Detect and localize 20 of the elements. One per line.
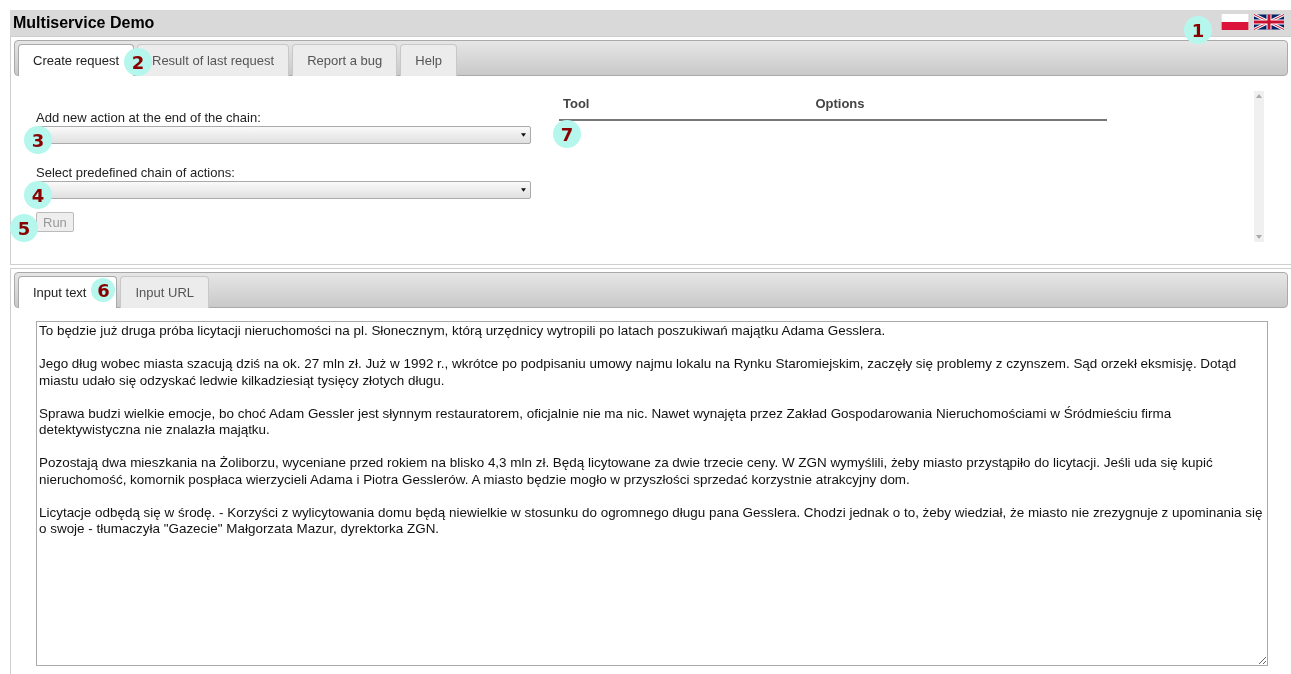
column-header: Tool (562, 96, 591, 111)
tab[interactable]: Create request (18, 44, 134, 76)
caret-icon (521, 188, 526, 192)
tab[interactable]: Help (400, 44, 458, 76)
caret-icon (521, 133, 526, 137)
column-header: Options (814, 96, 866, 111)
field-label: Select predefined chain of actions: (36, 165, 236, 180)
app-title: Multiservice Demo (13, 14, 155, 32)
field-label: Add new action at the end of the chain: (36, 110, 262, 125)
callout-badge: 1 (1184, 16, 1212, 44)
tab[interactable]: Report a bug (292, 44, 398, 76)
tab[interactable]: Input URL (120, 276, 210, 308)
callout-badge: 3 (24, 126, 52, 154)
scrollbar[interactable] (1254, 91, 1264, 242)
callout-badge: 7 (553, 120, 581, 148)
callout-badge: 5 (10, 214, 38, 242)
uk-flag-icon[interactable] (1254, 14, 1284, 30)
text-input-area[interactable]: To będzie już druga próba licytacji nieruchomości na pl. Słonecznym, którą urzędnicy wytropili po latach poszukiwań majątku Adama Gesslera. Jego dług wobec miasta szacują dziś na ok. 27 mln zł. Już w 1992 r., wkrótce po podpisaniu umowy najmu lokalu na Rynku Staromiejskim, zaczęły się problemy z czynszem. Sąd orzekł eksmisję. Dotąd miastu udało się odzyskać ledwie kilkadziesiąt tysięcy złotych długu. Sprawa budzi wielkie emocje, bo choć Adam Gessler jest słynnym restauratorem, oficjalnie nie ma nic. Nawet wynajęta przez Zakład Gospodarowania Nieruchomościami w Śródmieściu firma detektywistyczna nie znalazła majątku. Pozostają dwa mieszkania na Żoliborzu, wyceniane przed rokiem na blisko 4,3 mln zł. Będą licytowane za dwie trzecie ceny. W ZGN wymyślili, żeby miasto przystąpiło do licytacji. Jeśli uda się kupić nieruchomość, komornik pospłaca wierzycieli Adama i Piotra Gesslerów. A miasto będzie mogło w przyszłości sprzedać korzystnie atrakcyjny dom. Licytacje odbędą się w środę. - Korzyści z wylicytowania domu będą niewielkie w stosunku do ogromnego długu pana Gesslera. Chodzi jednak o to, żeby wiedział, że miasto nie zrezygnuje z upominania się o swoje - tłumaczyła "Gazecie" Małgorzata Mazur, dyrektorka ZGN. (36, 321, 1268, 666)
poland-flag-icon[interactable] (1220, 14, 1250, 30)
callout-badge: 4 (24, 181, 52, 209)
